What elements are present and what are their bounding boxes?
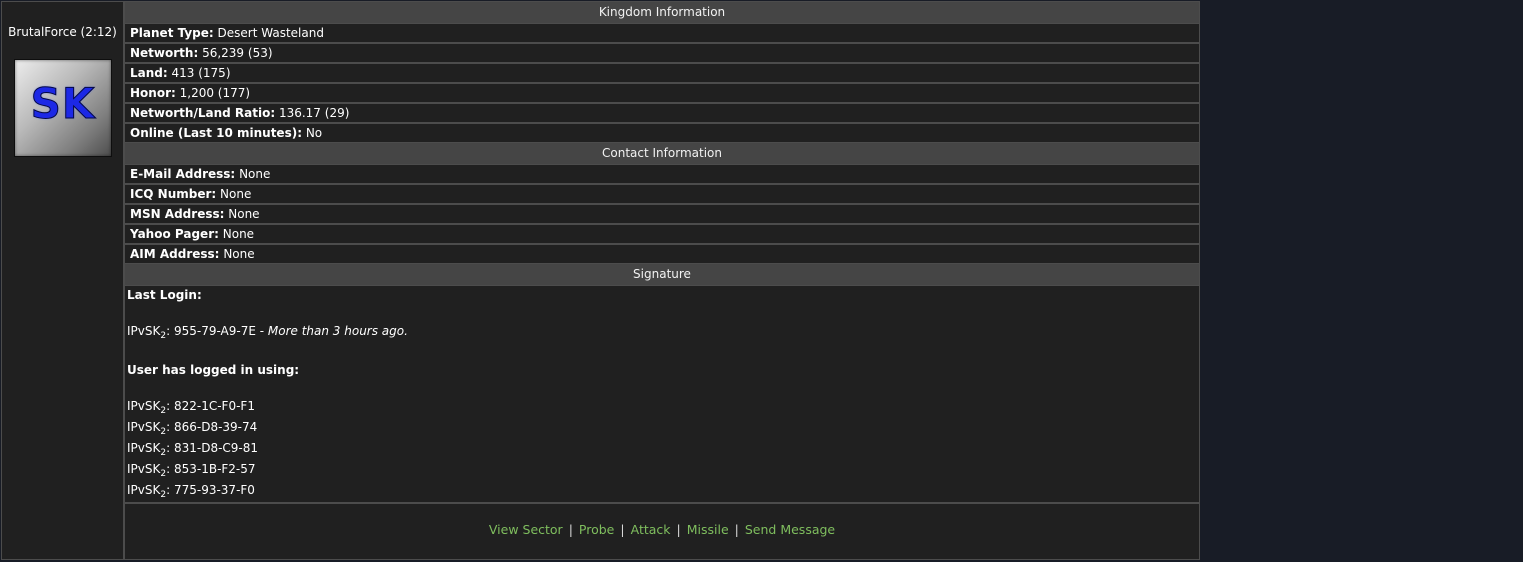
row-label: E-Mail Address:: [130, 167, 236, 181]
contact-info-header: Contact Information: [125, 143, 1199, 165]
row-label: Networth/Land Ratio:: [130, 106, 276, 120]
player-profile-panel: BrutalForce (2:12) SK Kingdom Informatio…: [1, 1, 1200, 560]
kingdom-row-land: Land: 413 (175): [125, 64, 1199, 84]
row-label: ICQ Number:: [130, 187, 217, 201]
kingdom-row-planet-type: Planet Type: Desert Wasteland: [125, 24, 1199, 44]
ip-entry: IPvSK2: 866-D8-39-74: [127, 420, 258, 437]
row-value: 413 (175): [171, 66, 231, 80]
row-value: None: [223, 247, 255, 261]
contact-row-aim: AIM Address: None: [125, 245, 1199, 264]
kingdom-row-networth: Networth: 56,239 (53): [125, 44, 1199, 64]
ip-prefix: IPvSK: [127, 420, 161, 434]
probe-link[interactable]: Probe: [579, 522, 614, 537]
last-login-entry: IPvSK2: 955-79-A9-7E - More than 3 hours…: [127, 324, 408, 341]
player-details: Kingdom Information Planet Type: Desert …: [125, 2, 1199, 559]
ip-entry: IPvSK2: 822-1C-F0-F1: [127, 399, 255, 416]
row-value: Desert Wasteland: [217, 26, 324, 40]
player-name: BrutalForce (2:12): [8, 25, 117, 39]
kingdom-row-honor: Honor: 1,200 (177): [125, 84, 1199, 104]
row-label: Planet Type:: [130, 26, 214, 40]
ip-prefix: IPvSK: [127, 324, 161, 338]
last-login-time: More than 3 hours ago.: [267, 324, 408, 338]
kingdom-row-nw-land-ratio: Networth/Land Ratio: 136.17 (29): [125, 104, 1199, 124]
player-actions: View Sector | Probe | Attack | Missile | Send Me…: [125, 522, 1199, 537]
row-label: Land:: [130, 66, 168, 80]
attack-link[interactable]: Attack: [631, 522, 671, 537]
row-value: 1,200 (177): [179, 86, 251, 100]
row-label: AIM Address:: [130, 247, 220, 261]
avatar-logo-text: SK: [30, 79, 96, 129]
missile-link[interactable]: Missile: [687, 522, 729, 537]
row-label: MSN Address:: [130, 207, 225, 221]
player-avatar: SK: [14, 59, 112, 157]
send-message-link[interactable]: Send Message: [745, 522, 835, 537]
signature-header: Signature: [125, 264, 1199, 286]
ip-entry: IPvSK2: 831-D8-C9-81: [127, 441, 259, 458]
kingdom-info-list: Planet Type: Desert Wasteland Networth: …: [125, 24, 1199, 143]
player-sidebar: BrutalForce (2:12) SK: [2, 2, 125, 559]
row-label: Honor:: [130, 86, 176, 100]
separator: |: [620, 522, 625, 537]
view-sector-link[interactable]: View Sector: [489, 522, 563, 537]
row-label: Yahoo Pager:: [130, 227, 219, 241]
ip-address: : 853-1B-F2-57: [166, 462, 256, 476]
contact-row-email: E-Mail Address: None: [125, 165, 1199, 185]
contact-row-yahoo: Yahoo Pager: None: [125, 225, 1199, 245]
row-value: None: [222, 227, 255, 241]
row-label: Online (Last 10 minutes):: [130, 126, 302, 140]
contact-info-list: E-Mail Address: None ICQ Number: None MS…: [125, 165, 1199, 264]
ip-address: : 822-1C-F0-F1: [166, 399, 255, 413]
kingdom-info-header: Kingdom Information: [125, 2, 1199, 24]
signature-body: Last Login: IPvSK2: 955-79-A9-7E - More …: [125, 286, 1199, 504]
ip-entry: IPvSK2: 775-93-37-F0: [127, 483, 255, 500]
logged-using-label: User has logged in using:: [127, 363, 300, 377]
row-label: Networth:: [130, 46, 199, 60]
row-value: None: [239, 167, 271, 181]
ip-entry: IPvSK2: 853-1B-F2-57: [127, 462, 256, 479]
row-value: None: [220, 187, 252, 201]
ip-prefix: IPvSK: [127, 462, 161, 476]
row-value: None: [228, 207, 260, 221]
last-login-ip: : 955-79-A9-7E -: [166, 324, 268, 338]
row-value: 136.17 (29): [278, 106, 350, 120]
ip-prefix: IPvSK: [127, 483, 161, 497]
contact-row-icq: ICQ Number: None: [125, 185, 1199, 205]
separator: |: [676, 522, 681, 537]
ip-prefix: IPvSK: [127, 399, 161, 413]
contact-row-msn: MSN Address: None: [125, 205, 1199, 225]
kingdom-row-online: Online (Last 10 minutes): No: [125, 124, 1199, 143]
row-value: 56,239 (53): [202, 46, 273, 60]
ip-address: : 831-D8-C9-81: [166, 441, 259, 455]
ip-address: : 866-D8-39-74: [166, 420, 258, 434]
last-login-label: Last Login:: [127, 288, 202, 302]
ip-prefix: IPvSK: [127, 441, 161, 455]
separator: |: [734, 522, 739, 537]
ip-address: : 775-93-37-F0: [166, 483, 255, 497]
row-value: No: [305, 126, 323, 140]
separator: |: [568, 522, 573, 537]
